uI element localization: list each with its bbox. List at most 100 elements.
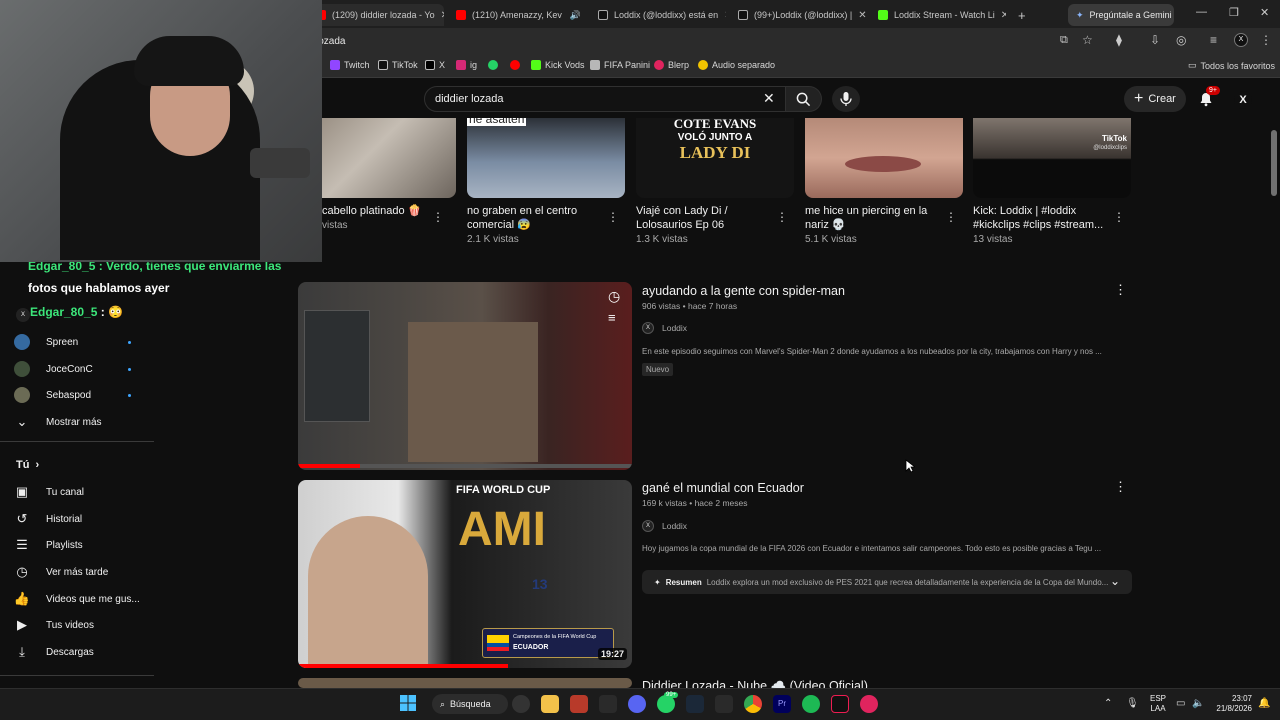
menu-kebab-icon[interactable]: ⋮ [1260, 33, 1272, 47]
app-icon[interactable] [599, 695, 617, 713]
account-avatar[interactable]: X [1234, 91, 1252, 109]
show-more-button[interactable]: ⌄ Mostrar más [14, 414, 102, 430]
chevron-up-icon[interactable]: ⌃ [1104, 698, 1112, 709]
create-button[interactable]: + Crear [1124, 86, 1186, 112]
short-title[interactable]: no graben en el centro comercial 😰 [467, 204, 607, 232]
more-options-icon[interactable]: ⋮ [945, 210, 957, 224]
more-options-icon[interactable]: ⋮ [1114, 282, 1127, 298]
video-thumbnail[interactable]: ◷ ≡ [298, 282, 632, 470]
bookmark-item[interactable]: FIFA Panini [590, 60, 650, 70]
voice-search-button[interactable] [832, 86, 860, 112]
short-title[interactable]: Viajé con Lady Di / Lolosaurios Ep 06 [636, 204, 776, 232]
sidebar-item-joceconc[interactable]: JoceConC [14, 361, 93, 377]
chevron-down-icon[interactable]: ⌄ [1110, 574, 1120, 588]
you-section-heading[interactable]: Tú › [16, 459, 39, 471]
chrome-icon[interactable] [744, 695, 762, 713]
short-title[interactable]: me hice un piercing en la nariz 💀 [805, 204, 945, 232]
volume-icon[interactable]: 🔈 [1192, 698, 1204, 709]
close-tab-icon[interactable]: ✕ [724, 10, 726, 21]
extensions-icon[interactable]: ⧫ [1116, 33, 1122, 47]
microphone-icon[interactable]: 🎙 [1126, 698, 1139, 709]
search-button[interactable] [786, 86, 822, 112]
add-to-queue-icon[interactable]: ≡ [608, 310, 616, 325]
taskbar-search[interactable]: ⌕ Búsqueda [432, 694, 508, 714]
bookmark-item[interactable]: Twitch [330, 60, 370, 70]
clear-search-icon[interactable]: ✕ [763, 90, 775, 107]
new-tab-button[interactable]: + [1010, 4, 1032, 26]
all-bookmarks-folder[interactable]: ▭ Todos los favoritos [1188, 60, 1275, 71]
sidebar-item-playlists[interactable]: ☰ Playlists [14, 537, 83, 553]
notification-bell-icon[interactable]: 🔔 [1258, 698, 1270, 709]
more-options-icon[interactable]: ⋮ [776, 210, 788, 224]
gemini-button[interactable]: ✦ Pregúntale a Gemini [1068, 4, 1174, 26]
short-thumbnail[interactable] [805, 118, 963, 198]
bookmark-item[interactable]: Blerp [654, 60, 689, 70]
profile-sync-icon[interactable]: ◎ [1176, 33, 1186, 47]
app-icon[interactable] [860, 695, 878, 713]
browser-tab[interactable]: (1210) Amenazzy, Kev 🔊 ✕ [448, 4, 586, 26]
close-tab-icon[interactable]: ✕ [1001, 10, 1006, 21]
close-tab-icon[interactable]: ✕ [441, 10, 444, 21]
youtube-icon[interactable] [510, 60, 520, 70]
short-card[interactable]: TikTok @loddixclips Kick: Loddix | #lodd… [973, 118, 1131, 245]
notifications-button[interactable]: 9+ [1198, 86, 1220, 107]
obs-icon[interactable] [512, 695, 530, 713]
video-thumbnail[interactable] [298, 678, 632, 688]
steam-icon[interactable] [686, 695, 704, 713]
close-tab-icon[interactable]: ✕ [858, 10, 866, 21]
ai-summary-row[interactable]: ✦ Resumen Loddix explora un mod exclusiv… [642, 570, 1132, 594]
sidebar-item-spreen[interactable]: Spreen [14, 334, 78, 350]
short-thumbnail[interactable]: TikTok @loddixclips [973, 118, 1131, 198]
more-options-icon[interactable]: ⋮ [1114, 479, 1127, 495]
sidebar-item-tu-canal[interactable]: ▣ Tu canal [14, 484, 84, 500]
url-field[interactable]: lozada [316, 32, 1056, 52]
install-icon[interactable]: ⧉ [1060, 34, 1068, 47]
watch-later-icon[interactable]: ◷ [608, 288, 620, 305]
bookmark-item[interactable]: Audio separado [698, 60, 775, 70]
more-options-icon[interactable]: ⋮ [432, 210, 444, 224]
sidebar-item-liked-videos[interactable]: 👍 Videos que me gus... [14, 591, 140, 607]
browser-tab[interactable]: (1209) diddier lozada - Yo ✕ [308, 4, 444, 26]
video-title[interactable]: ayudando a la gente con spider-man [642, 284, 845, 298]
short-card[interactable]: me hice un piercing en la nariz 💀 5.1 K … [805, 118, 963, 245]
file-explorer-icon[interactable] [541, 695, 559, 713]
close-window-icon[interactable]: ✕ [1260, 6, 1269, 19]
sidebar-item-your-videos[interactable]: ▶ Tus videos [14, 617, 94, 633]
sidebar-item-watch-later[interactable]: ◷ Ver más tarde [14, 564, 108, 580]
bookmark-item[interactable]: ig [456, 60, 477, 70]
scrollbar-thumb[interactable] [1271, 130, 1277, 196]
more-options-icon[interactable]: ⋮ [607, 210, 619, 224]
browser-tab[interactable]: Loddix Stream - Watch Li ✕ [870, 4, 1006, 26]
minimize-icon[interactable]: — [1196, 6, 1207, 18]
channel-link[interactable]: X Loddix [642, 322, 687, 334]
language-indicator[interactable]: ESP LAA [1150, 694, 1166, 714]
discord-icon[interactable] [628, 695, 646, 713]
bookmark-item[interactable]: TikTok [378, 60, 418, 70]
premiere-icon[interactable]: Pr [773, 695, 791, 713]
epic-games-icon[interactable] [715, 695, 733, 713]
video-title[interactable]: gané el mundial con Ecuador [642, 481, 804, 495]
app-icon[interactable] [570, 695, 588, 713]
search-input[interactable]: diddier lozada ✕ [424, 86, 786, 112]
more-options-icon[interactable]: ⋮ [1113, 210, 1125, 224]
speaker-icon[interactable]: 🔊 [570, 10, 581, 21]
whatsapp-icon[interactable] [488, 60, 498, 70]
spotify-icon[interactable] [802, 695, 820, 713]
short-card[interactable]: COTE EVANS VOLÓ JUNTO A LADY DI Viajé co… [636, 118, 794, 245]
bookmark-item[interactable]: Kick Vods [531, 60, 585, 70]
downloads-icon[interactable]: ⇩ [1150, 33, 1160, 47]
short-thumbnail[interactable]: COTE EVANS VOLÓ JUNTO A LADY DI [636, 118, 794, 198]
windows-start-icon[interactable] [400, 695, 416, 711]
star-icon[interactable]: ☆ [1082, 33, 1093, 47]
browser-tab[interactable]: (99+)Loddix (@loddixx) | ✕ [730, 4, 866, 26]
short-title[interactable]: Kick: Loddix | #loddix #kickclips #clips… [973, 204, 1113, 232]
short-thumbnail[interactable]: ne asalten [467, 118, 625, 198]
tab-search-icon[interactable]: ≡ [1210, 33, 1217, 47]
sidebar-item-downloads[interactable]: ⤓ Descargas [14, 644, 94, 660]
maximize-icon[interactable]: ❐ [1229, 6, 1239, 19]
sidebar-item-historial[interactable]: ↺ Historial [14, 511, 83, 527]
network-icon[interactable]: ▭ [1176, 698, 1185, 709]
bookmark-item[interactable]: X [425, 60, 445, 70]
video-thumbnail[interactable]: FIFA WORLD CUP AMI 13 Campeones de la FI… [298, 480, 632, 668]
sidebar-item-sebaspod[interactable]: Sebaspod [14, 387, 91, 403]
